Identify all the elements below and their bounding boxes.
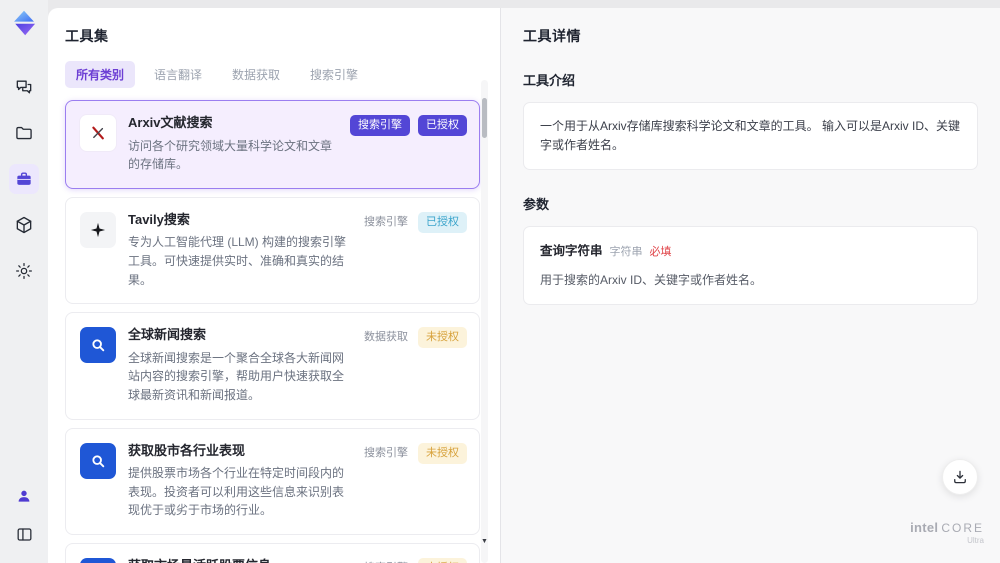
intro-heading: 工具介绍 [523, 73, 576, 88]
tool-description: 专为人工智能代理 (LLM) 构建的搜索引擎工具。可快速提供实时、准确和真实的结… [128, 235, 347, 287]
tool-auth-badge: 未授权 [418, 557, 467, 563]
tool-auth-badge: 已授权 [418, 211, 467, 233]
page-title: 工具集 [65, 28, 109, 44]
param-name: 查询字符串 [540, 244, 603, 259]
tool-title: 获取市场最活跃股票信息 [128, 556, 350, 563]
tab-data[interactable]: 数据获取 [221, 61, 291, 88]
tool-category-tag: 搜索引擎 [350, 115, 410, 136]
sidebar-bottom [9, 481, 39, 549]
sidebar-item-folder[interactable] [9, 118, 39, 148]
brand-core-text: CORE [941, 521, 984, 535]
magnifier-icon [80, 327, 116, 364]
intel-core-logo: intel CORE Ultra [910, 520, 984, 545]
tool-auth-badge: 未授权 [418, 327, 467, 349]
tool-card[interactable]: Arxiv文献搜索 访问各个研究领域大量科学论文和文章的存储库。 搜索引擎 已授… [65, 100, 480, 189]
sidebar-item-chat[interactable] [9, 72, 39, 102]
user-icon [15, 487, 33, 505]
tool-card[interactable]: Tavily搜索 专为人工智能代理 (LLM) 构建的搜索引擎工具。可快速提供实… [65, 196, 480, 305]
details-title: 工具详情 [523, 28, 581, 44]
arxiv-icon [80, 115, 116, 151]
sidebar-item-toolbox[interactable] [9, 164, 39, 194]
scrollbar-thumb[interactable] [482, 98, 487, 138]
tool-details-section: 工具详情 工具介绍 一个用于从Arxiv存储库搜索科学论文和文章的工具。 输入可… [500, 8, 1000, 563]
sidebar [0, 0, 48, 563]
brand-intel-text: intel [910, 520, 939, 535]
briefcase-icon [14, 169, 34, 189]
tool-title: Arxiv文献搜索 [128, 115, 213, 130]
tab-search[interactable]: 搜索引擎 [299, 61, 369, 88]
sidebar-item-user[interactable] [9, 481, 39, 511]
tool-category-tag: 搜索引擎 [364, 215, 408, 228]
tool-category-tag: 搜索引擎 [362, 558, 410, 563]
list-scrollbar[interactable]: ▼ [481, 80, 488, 563]
logo-icon [10, 9, 38, 37]
scrollbar-down-arrow[interactable]: ▼ [481, 538, 488, 545]
tool-auth-badge: 未授权 [418, 442, 467, 464]
param-box: 查询字符串 字符串 必填 用于搜索的Arxiv ID、关键字或作者姓名。 [523, 226, 978, 306]
magnifier-icon [80, 557, 116, 563]
sidebar-nav [9, 72, 39, 286]
cube-icon [14, 215, 34, 235]
tool-card[interactable]: 获取股市各行业表现 提供股票市场各个行业在特定时间段内的表现。投资者可以利用这些… [65, 427, 480, 535]
tool-title: 全球新闻搜索 [128, 327, 207, 343]
brand-sub-text: Ultra [967, 536, 984, 545]
app-logo[interactable] [9, 8, 39, 38]
app-window: 工具集 所有类别 语言翻译 数据获取 搜索引擎 Arxiv文献搜索 访问各个研究领域大… [0, 0, 1000, 563]
tool-list: Arxiv文献搜索 访问各个研究领域大量科学论文和文章的存储库。 搜索引擎 已授… [65, 100, 480, 563]
param-type: 字符串 [609, 246, 643, 259]
magnifier-icon [80, 442, 116, 479]
chat-icon [14, 77, 34, 97]
category-tabs: 所有类别 语言翻译 数据获取 搜索引擎 [65, 61, 500, 88]
tool-description: 全球新闻搜索是一个聚合全球各大新闻网站内容的搜索引擎，帮助用户快速获取全球最新资… [128, 350, 345, 402]
tool-description: 提供股票市场各个行业在特定时间段内的表现。投资者可以利用这些信息来识别表现优于或… [128, 466, 345, 518]
tool-description: 访问各个研究领域大量科学论文和文章的存储库。 [128, 138, 333, 172]
params-heading: 参数 [523, 197, 550, 213]
download-button[interactable] [942, 459, 978, 495]
sidebar-item-plugins[interactable] [9, 210, 39, 240]
main-panel: 工具集 所有类别 语言翻译 数据获取 搜索引擎 Arxiv文献搜索 访问各个研究领域大… [48, 8, 1000, 563]
download-icon [951, 468, 969, 486]
sidebar-item-panel-toggle[interactable] [9, 519, 39, 549]
param-required-badge: 必填 [649, 246, 672, 259]
tool-title: 获取股市各行业表现 [128, 442, 246, 458]
tool-auth-badge: 已授权 [418, 115, 467, 136]
tools-section: 工具集 所有类别 语言翻译 数据获取 搜索引擎 Arxiv文献搜索 访问各个研究领域大… [48, 8, 500, 563]
panels-icon [15, 525, 34, 544]
tool-category-tag: 搜索引擎 [364, 446, 408, 459]
tool-category-tag: 数据获取 [364, 331, 408, 344]
tool-card[interactable]: 全球新闻搜索 全球新闻搜索是一个聚合全球各大新闻网站内容的搜索引擎，帮助用户快速… [65, 312, 480, 420]
tool-title: Tavily搜索 [128, 211, 190, 227]
sidebar-item-settings[interactable] [9, 256, 39, 286]
folder-icon [14, 123, 34, 143]
param-description: 用于搜索的Arxiv ID、关键字或作者姓名。 [540, 272, 763, 287]
intro-box: 一个用于从Arxiv存储库搜索科学论文和文章的工具。 输入可以是Arxiv ID… [523, 102, 978, 171]
tool-card[interactable]: 获取市场最活跃股票信息 提供当天交易量最高的股票列表，投资者可以利用这些信息来识… [65, 542, 480, 563]
sparkle-icon [80, 211, 116, 248]
tab-translate[interactable]: 语言翻译 [143, 61, 213, 88]
gear-icon [14, 261, 34, 281]
tab-all[interactable]: 所有类别 [65, 61, 136, 88]
